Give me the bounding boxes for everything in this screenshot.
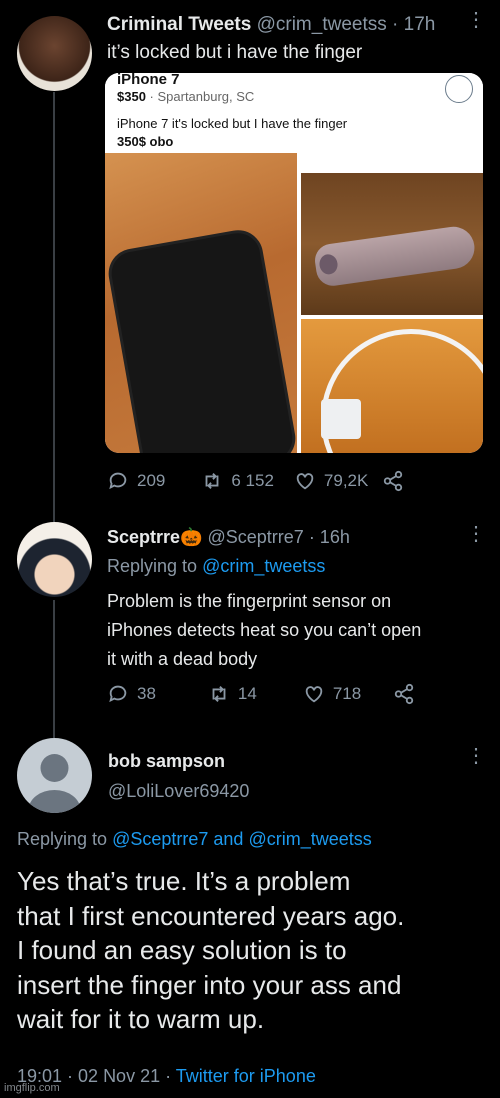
listing-location: · Spartanburg, SC (149, 89, 255, 104)
retweet-button[interactable]: 6 152 (201, 470, 274, 492)
more-options-icon[interactable]: ⋮ (466, 10, 486, 30)
retweet-icon (212, 686, 226, 702)
pumpkin-emoji: 🎃 (180, 527, 203, 547)
replying-link[interactable]: @Sceptrre7 (112, 829, 208, 849)
reply-icon (109, 472, 127, 490)
avatar[interactable] (17, 522, 92, 597)
like-count: 79,2K (323, 471, 369, 490)
heart-icon (305, 686, 323, 703)
listing-desc-line: iPhone 7 it's locked but I have the fing… (117, 116, 348, 131)
tweet-text-line: iPhones detects heat so you can’t open (107, 620, 422, 640)
replying-prefix: Replying to (107, 556, 198, 576)
default-avatar-icon (28, 754, 81, 813)
retweet-icon (205, 473, 219, 489)
plug-image (321, 399, 361, 439)
tweet-text: Problem is the fingerprint sensor on iPh… (107, 587, 421, 674)
replying-to: Replying to @Sceptrre7 and @crim_tweetss (17, 829, 372, 850)
share-button[interactable] (382, 470, 404, 492)
reply-button[interactable]: 38 (107, 683, 156, 705)
tweet-text-line: that I first encountered years ago. (17, 900, 405, 931)
tweet-text-line: Problem is the fingerprint sensor on (107, 591, 392, 611)
listing-price-line: $350 · Spartanburg, SC (117, 89, 254, 104)
avatar[interactable] (17, 738, 92, 813)
retweet-count: 14 (237, 684, 257, 703)
share-icon (395, 683, 414, 705)
tweet-header: Sceptrre🎃 @Sceptrre7 · 16h (107, 527, 350, 548)
reply-count: 38 (137, 684, 156, 703)
finger-photo (301, 173, 483, 315)
listing-price: $350 (117, 89, 146, 104)
message-icon (445, 75, 473, 103)
tweet-text-line: Yes that’s true. It’s a problem (17, 866, 351, 896)
thread-line (53, 92, 55, 522)
tweet-time[interactable]: · 17h (392, 14, 435, 35)
watermark: imgflip.com (4, 1082, 60, 1094)
replying-link[interactable]: @crim_tweetss (248, 829, 371, 849)
replying-and: and (213, 829, 244, 849)
thread-line (53, 600, 55, 738)
author-handle[interactable]: @Sceptrre7 (207, 527, 303, 547)
more-options-icon[interactable]: ⋮ (466, 524, 486, 544)
reply-icon (109, 685, 127, 703)
phone-image (108, 229, 296, 453)
share-icon (384, 470, 403, 492)
replying-to: Replying to @crim_tweetss (107, 556, 325, 577)
like-button[interactable]: 718 (303, 683, 361, 705)
tweet-text: it’s locked but i have the finger (107, 42, 363, 63)
tweet-time[interactable]: · 16h (309, 527, 350, 547)
retweet-count: 6 152 (231, 471, 274, 490)
tweet-text-line: I found an easy solution is to (17, 935, 347, 965)
listing-title: iPhone 7 (117, 73, 180, 88)
reply-count: 209 (137, 471, 166, 490)
author-handle[interactable]: @crim_tweetss (257, 14, 387, 35)
avatar[interactable] (17, 16, 92, 91)
like-count: 718 (332, 684, 362, 703)
cable-photo (301, 319, 483, 453)
author-handle[interactable]: @LoliLover69420 (108, 781, 249, 802)
share-button[interactable] (393, 683, 415, 705)
replying-prefix: Replying to (17, 829, 108, 849)
tweet-media[interactable]: iPhone 7 $350 · Spartanburg, SC iPhone 7… (105, 73, 483, 453)
like-button[interactable]: 79,2K (294, 470, 368, 492)
tweet-text: Yes that’s true. It’s a problem that I f… (17, 864, 404, 1037)
phone-photo (105, 153, 297, 453)
tweet-meta: 19:01 · 02 Nov 21 · Twitter for iPhone (17, 1066, 316, 1087)
author-name[interactable]: bob sampson (108, 751, 225, 772)
tweet-header: Criminal Tweets @crim_tweetss · 17h (107, 14, 435, 36)
author-name[interactable]: Sceptrre (107, 527, 180, 547)
tweet-actions: 209 6 152 79,2K (107, 470, 404, 492)
more-options-icon[interactable]: ⋮ (466, 746, 486, 766)
finger-image (312, 224, 478, 288)
retweet-button[interactable]: 14 (208, 683, 257, 705)
tweet-text-line: insert the finger into your ass and (17, 969, 402, 1000)
tweet-source[interactable]: Twitter for iPhone (176, 1066, 316, 1086)
replying-link[interactable]: @crim_tweetss (202, 556, 325, 576)
tweet-text-line: wait for it to warm up. (17, 1004, 265, 1034)
reply-button[interactable]: 209 (107, 470, 165, 492)
tweet-text-line: it with a dead body (107, 649, 258, 669)
listing-description: iPhone 7 it's locked but I have the fing… (117, 115, 347, 151)
author-name[interactable]: Criminal Tweets (107, 14, 251, 35)
listing-desc-line: 350$ obo (117, 134, 174, 149)
tweet-actions: 38 14 718 (107, 683, 415, 705)
heart-icon (296, 473, 314, 490)
